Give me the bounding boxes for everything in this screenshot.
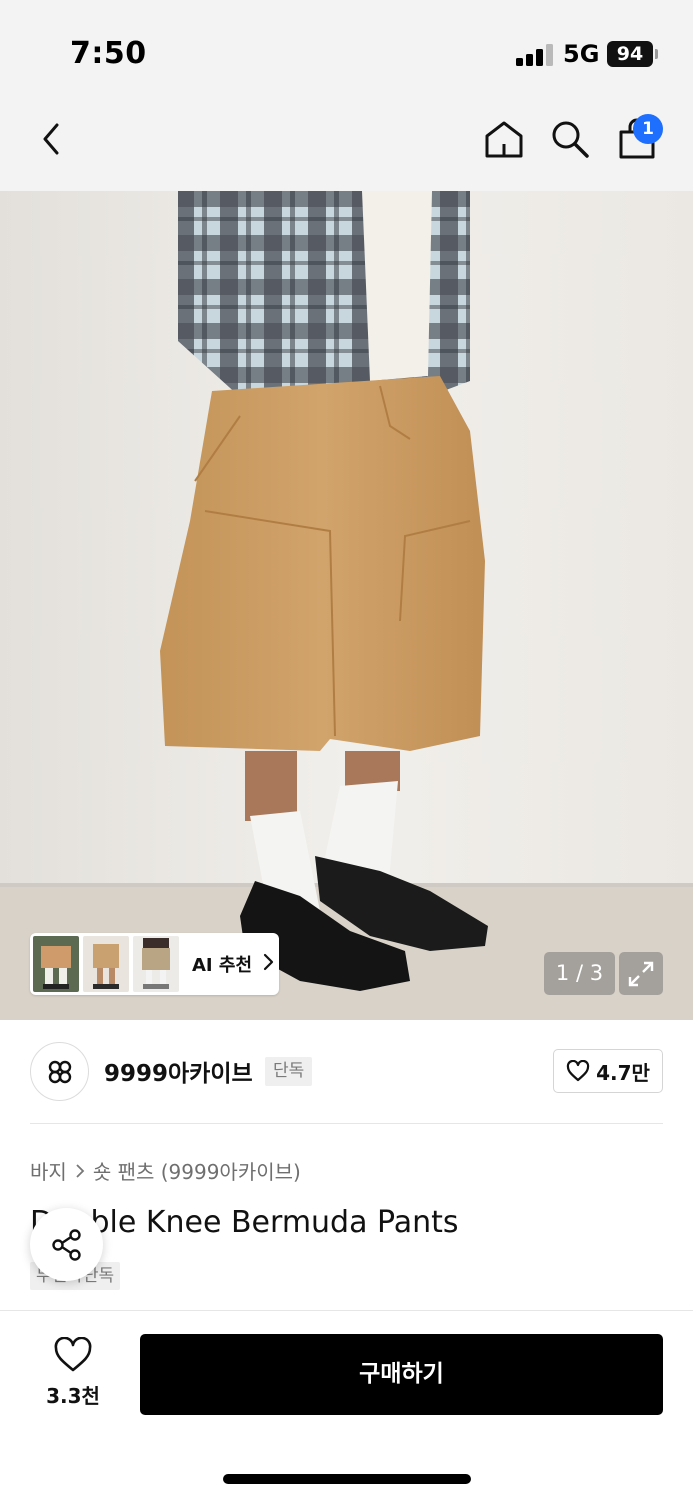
status-time: 7:50: [70, 36, 147, 71]
chevron-left-icon[interactable]: [28, 115, 76, 163]
home-icon[interactable]: [480, 115, 528, 163]
breadcrumb-item[interactable]: 바지: [30, 1156, 67, 1185]
brand-name[interactable]: 9999아카이브: [104, 1054, 253, 1088]
expand-icon[interactable]: [619, 952, 663, 995]
status-bar: 7:50 5G 94: [0, 0, 693, 95]
ai-recommend-label: AI 추천: [192, 955, 253, 976]
signal-icon: [516, 44, 554, 66]
cart-count-badge: 1: [633, 114, 663, 144]
home-indicator[interactable]: [223, 1474, 471, 1484]
exclusive-badge: 단독: [265, 1057, 313, 1086]
brand-like-count: 4.7만: [596, 1060, 650, 1085]
chevron-right-icon: [262, 953, 274, 975]
recommend-thumbnail[interactable]: [83, 936, 129, 992]
share-button[interactable]: [30, 1208, 103, 1281]
search-icon[interactable]: [546, 115, 594, 163]
page-indicator: 1 / 3: [544, 952, 615, 995]
wish-count: 3.3천: [46, 1384, 100, 1408]
breadcrumb-item[interactable]: 숏 팬츠 (9999아카이브): [93, 1156, 301, 1185]
heart-icon[interactable]: [53, 1336, 93, 1373]
ai-recommend-card[interactable]: AI 추천: [30, 933, 279, 995]
breadcrumb: 바지 숏 팬츠 (9999아카이브): [30, 1156, 301, 1185]
share-icon: [51, 1228, 81, 1261]
buy-button[interactable]: 구매하기: [140, 1334, 663, 1415]
bottom-bar-divider: [0, 1310, 693, 1311]
heart-icon: [566, 1060, 590, 1082]
chevron-right-icon: [76, 1163, 85, 1178]
product-photo: [0, 191, 693, 1020]
top-nav-bar: [0, 95, 693, 191]
divider: [30, 1123, 663, 1124]
battery-icon: 94: [607, 41, 653, 67]
brand-logo[interactable]: [30, 1042, 89, 1101]
recommend-thumbnail[interactable]: [133, 936, 179, 992]
network-label: 5G: [563, 40, 600, 68]
brand-like-button[interactable]: 4.7만: [553, 1049, 663, 1093]
battery-tip: [655, 49, 658, 59]
recommend-thumbnail[interactable]: [33, 936, 79, 992]
product-image-gallery[interactable]: [0, 191, 693, 1020]
